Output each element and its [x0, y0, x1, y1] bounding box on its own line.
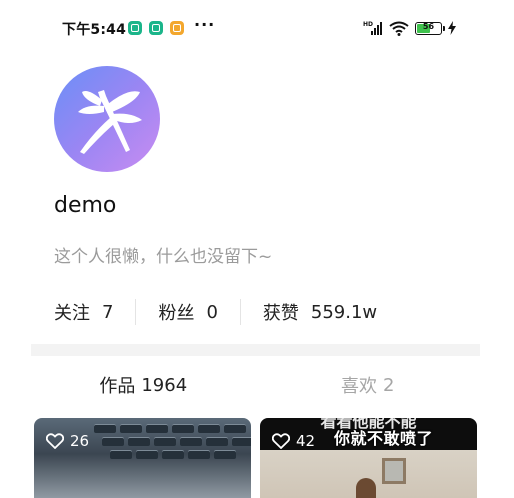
profile-stats: 关注 7 粉丝 0 获赞 559.1w — [54, 298, 377, 326]
divider — [135, 299, 137, 325]
video-caption: 你就不敢喷了 — [333, 429, 433, 448]
wifi-icon — [389, 21, 409, 36]
stat-value: 0 — [206, 301, 218, 323]
heart-outline-icon — [46, 433, 64, 449]
network-type-label: HD — [363, 21, 373, 28]
avatar[interactable] — [54, 66, 160, 172]
stat-label: 获赞 — [262, 303, 299, 324]
cellular-signal-icon: HD — [363, 21, 382, 35]
video-card[interactable]: 26 — [34, 418, 251, 498]
stat-followers[interactable]: 粉丝 0 — [158, 299, 217, 325]
video-like-count: 26 — [46, 432, 89, 450]
tab-count: 2 — [383, 374, 395, 396]
like-count: 42 — [296, 432, 316, 450]
like-count: 26 — [70, 432, 90, 450]
stat-label: 关注 — [54, 303, 90, 324]
user-bio: 这个人很懒，什么也没留下~ — [54, 247, 273, 267]
thumbnail-detail — [382, 458, 406, 484]
stat-value: 7 — [102, 301, 114, 323]
tab-works[interactable]: 作品 1964 — [31, 356, 256, 414]
battery-icon: 56 — [415, 21, 445, 35]
tab-label: 喜欢 — [341, 376, 378, 397]
stat-likes-received[interactable]: 获赞 559.1w — [263, 299, 377, 325]
status-bar: 下午5:44 ··· HD 56 — [0, 0, 514, 56]
username: demo — [54, 193, 117, 218]
divider — [239, 299, 241, 325]
more-notifications-icon: ··· — [194, 15, 216, 34]
message-notification-icon — [170, 21, 184, 35]
stat-value: 559.1w — [310, 301, 378, 323]
app-notification-icon — [149, 21, 163, 35]
stat-label: 粉丝 — [158, 303, 195, 324]
tab-likes[interactable]: 喜欢 2 — [256, 356, 481, 414]
app-notification-icon — [128, 21, 142, 35]
content-tabs: 作品 1964 喜欢 2 — [31, 356, 480, 414]
status-time: 下午5:44 — [62, 22, 127, 38]
battery-level: 56 — [422, 21, 435, 31]
tab-count: 1964 — [141, 374, 188, 396]
tab-label: 作品 — [99, 376, 136, 397]
dragonfly-logo-icon — [78, 90, 142, 154]
heart-outline-icon — [272, 433, 290, 449]
section-divider — [31, 344, 480, 356]
stat-following[interactable]: 关注 7 — [54, 299, 113, 325]
video-card[interactable]: 看看他能不能 你就不敢喷了 42 — [260, 418, 477, 498]
system-icons: HD 56 — [363, 19, 456, 37]
thumbnail-detail — [356, 478, 376, 498]
video-thumbnail — [94, 424, 251, 460]
charging-icon — [448, 21, 456, 35]
video-like-count: 42 — [272, 432, 315, 450]
